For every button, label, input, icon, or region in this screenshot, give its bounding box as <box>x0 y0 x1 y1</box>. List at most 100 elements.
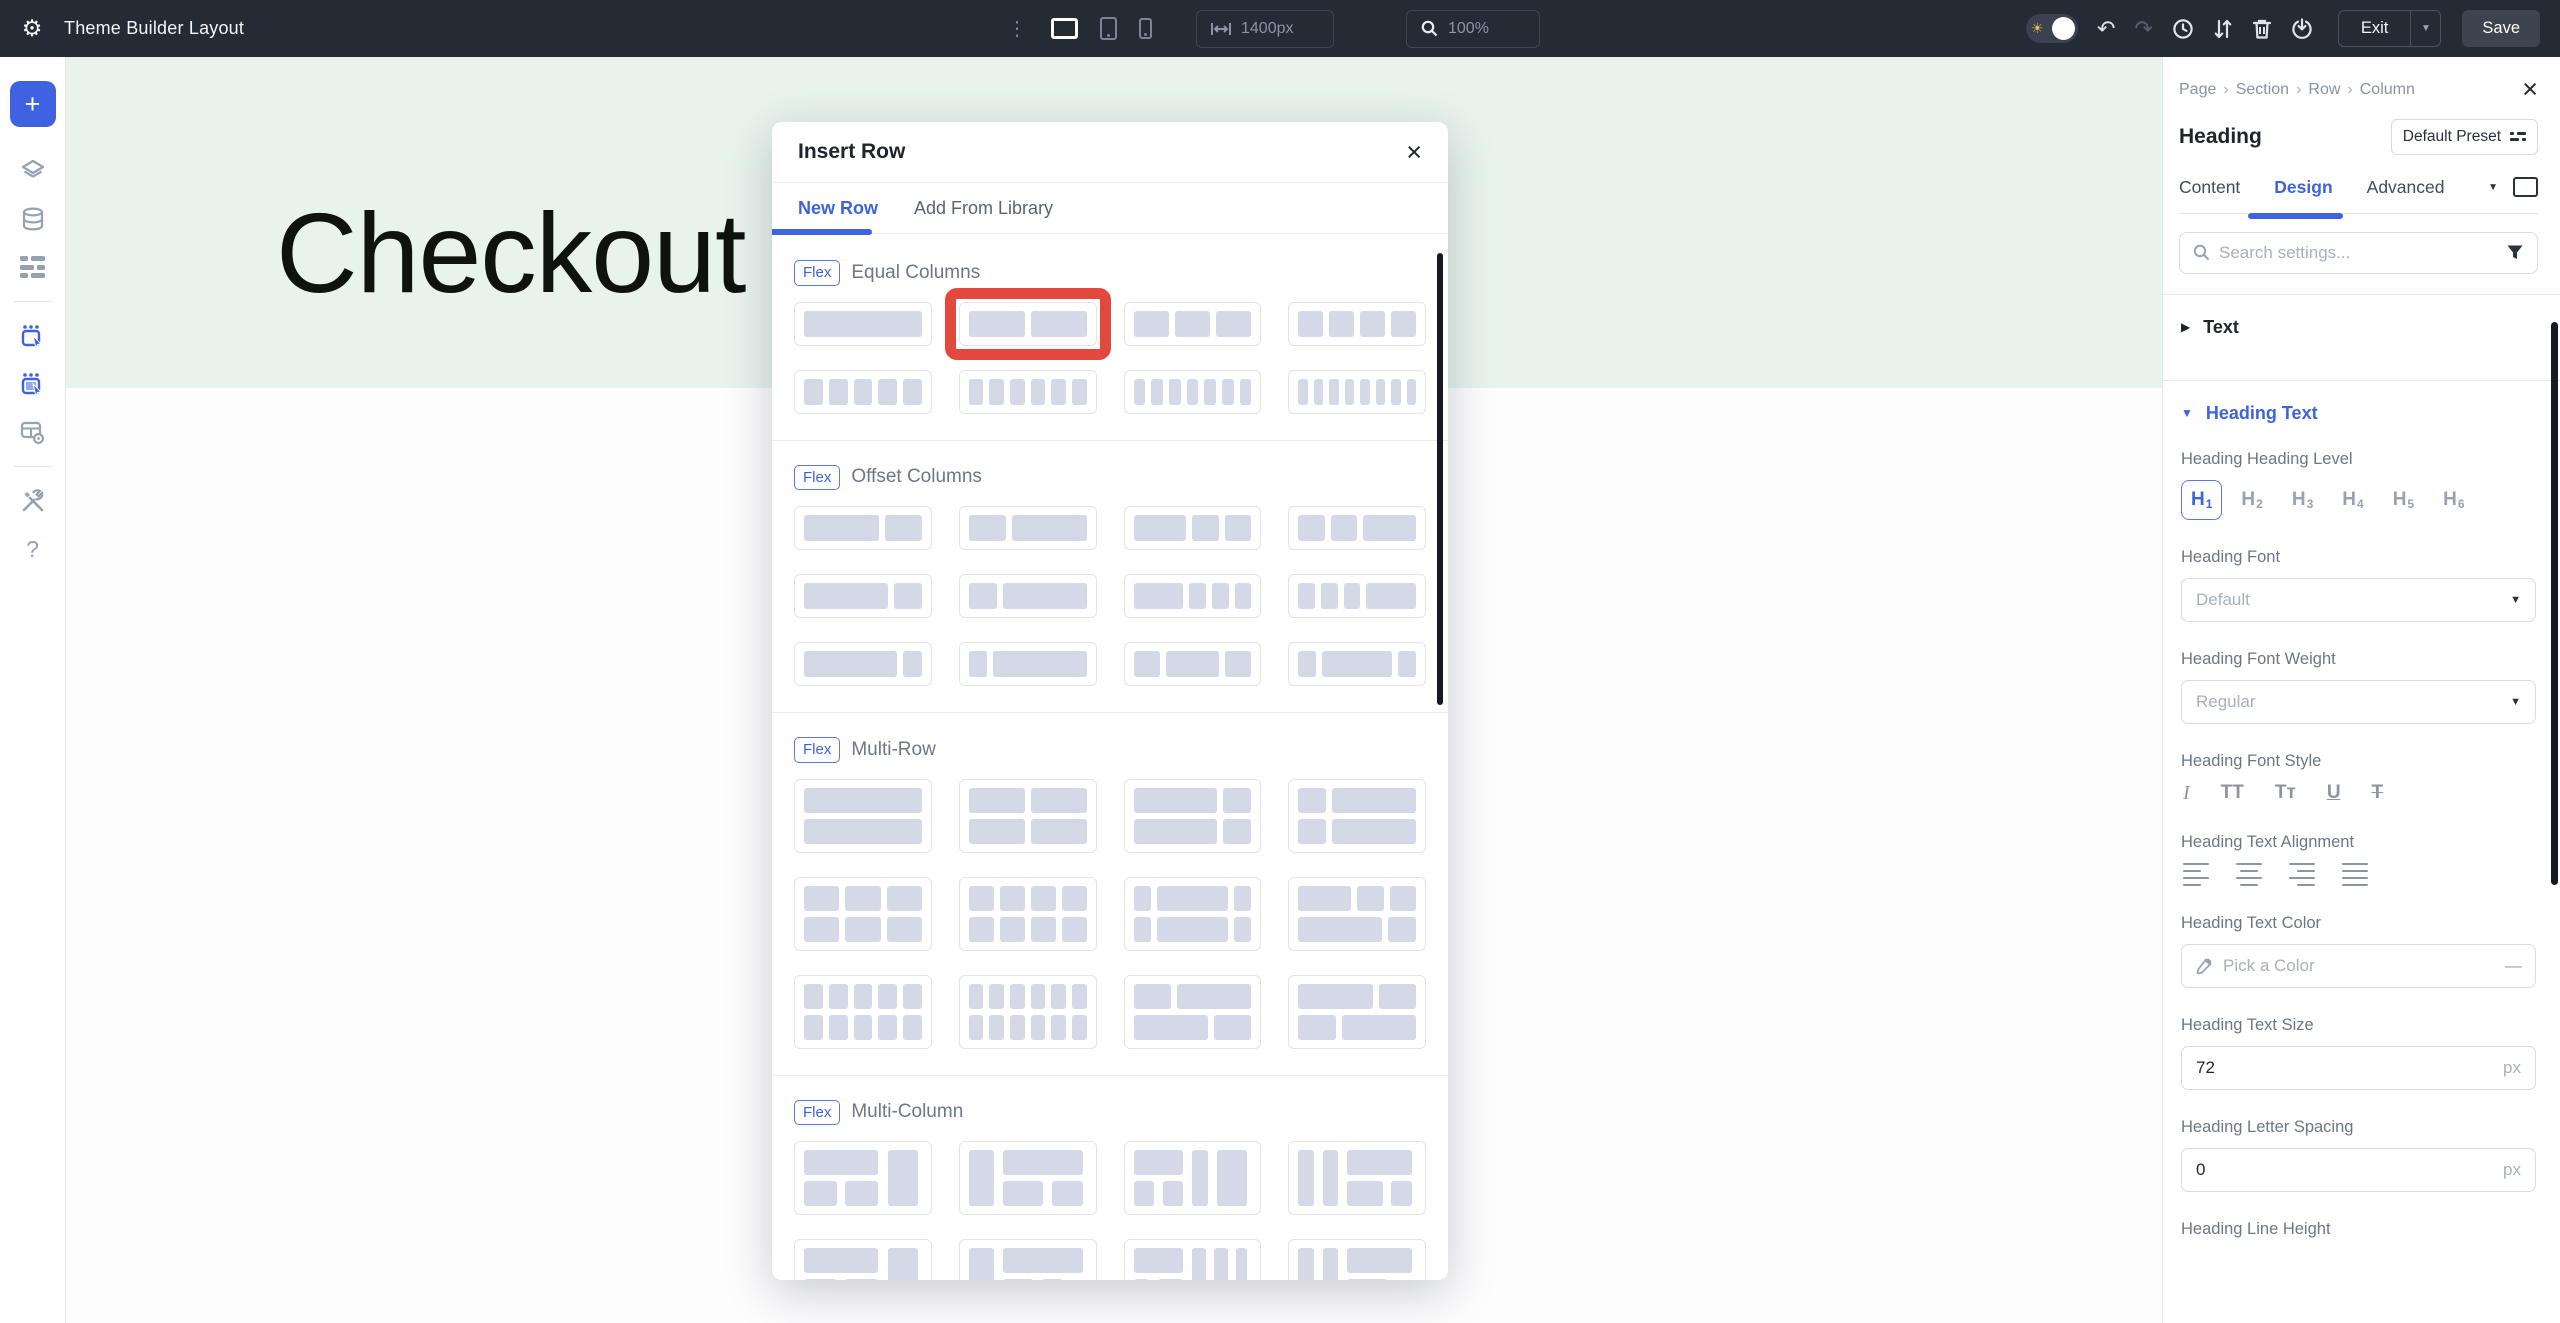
row-layout-thumbnail[interactable] <box>794 370 932 414</box>
row-layout-thumbnail[interactable] <box>959 574 1097 618</box>
insert-module-icon[interactable] <box>10 314 56 358</box>
group-heading-text[interactable]: ▼ Heading Text <box>2179 381 2538 446</box>
breadcrumb-item-column[interactable]: Column <box>2360 81 2415 99</box>
tab-advanced[interactable]: Advanced <box>2367 177 2445 198</box>
row-layout-thumbnail[interactable] <box>1124 975 1262 1049</box>
row-layout-thumbnail[interactable] <box>1124 370 1262 414</box>
trash-icon[interactable] <box>2252 18 2272 40</box>
zoom-control[interactable]: 100% <box>1406 10 1540 48</box>
row-layout-thumbnail[interactable] <box>1288 506 1426 550</box>
align-right-icon[interactable] <box>2289 863 2315 887</box>
phone-view-icon[interactable] <box>1139 18 1152 39</box>
row-layout-thumbnail[interactable] <box>1288 975 1426 1049</box>
heading-text-size-input[interactable]: 72 px <box>2181 1046 2536 1090</box>
breadcrumb-item-row[interactable]: Row <box>2308 81 2340 99</box>
modal-close-icon[interactable]: × <box>1406 139 1422 166</box>
search-settings-input[interactable]: Search settings... <box>2179 232 2538 274</box>
row-layout-thumbnail[interactable] <box>959 975 1097 1049</box>
row-layout-thumbnail[interactable] <box>794 1141 932 1215</box>
capitalize-icon[interactable]: Tᴛ <box>2275 782 2296 805</box>
list-rows-icon[interactable] <box>10 245 56 289</box>
row-layout-thumbnail[interactable] <box>959 370 1097 414</box>
row-layout-thumbnail[interactable] <box>1288 574 1426 618</box>
panel-scrollbar[interactable] <box>2551 322 2558 885</box>
add-module-button[interactable]: + <box>10 81 56 127</box>
row-layout-thumbnail[interactable] <box>1124 574 1262 618</box>
align-left-icon[interactable] <box>2183 863 2209 887</box>
default-preset-button[interactable]: Default Preset <box>2391 119 2538 155</box>
heading-level-h2-button[interactable]: H2 <box>2231 480 2272 520</box>
row-layout-thumbnail-selected[interactable] <box>959 302 1097 346</box>
align-center-icon[interactable] <box>2236 863 2262 887</box>
row-layout-thumbnail[interactable] <box>1124 1239 1262 1280</box>
help-icon[interactable]: ? <box>10 527 56 571</box>
dynamic-content-icon[interactable] <box>10 197 56 241</box>
row-layout-thumbnail[interactable] <box>794 779 932 853</box>
row-layout-thumbnail[interactable] <box>794 877 932 951</box>
tabs-dropdown-icon[interactable]: ▼ <box>2488 182 2498 193</box>
row-layout-thumbnail[interactable] <box>1124 877 1262 951</box>
heading-level-h6-button[interactable]: H6 <box>2433 480 2474 520</box>
row-layout-thumbnail[interactable] <box>1288 302 1426 346</box>
layers-icon[interactable] <box>10 149 56 193</box>
row-layout-thumbnail[interactable] <box>1288 642 1426 686</box>
more-options-icon[interactable]: ⋮ <box>1005 19 1029 39</box>
heading-font-weight-select[interactable]: Regular ▼ <box>2181 680 2536 724</box>
desktop-view-icon[interactable] <box>1051 18 1078 39</box>
heading-level-h1-button[interactable]: H1 <box>2181 480 2222 520</box>
heading-text-color-picker[interactable]: Pick a Color — <box>2181 944 2536 988</box>
panel-close-icon[interactable]: × <box>2522 79 2538 101</box>
underline-icon[interactable]: U <box>2327 782 2341 805</box>
heading-module[interactable]: Checkout <box>276 197 745 310</box>
row-layout-thumbnail[interactable] <box>1124 779 1262 853</box>
heading-font-select[interactable]: Default ▼ <box>2181 578 2536 622</box>
page-settings-icon[interactable] <box>10 410 56 454</box>
italic-icon[interactable]: I <box>2183 782 2190 805</box>
strikethrough-icon[interactable]: T <box>2372 782 2384 805</box>
insert-row-icon[interactable] <box>10 362 56 406</box>
tablet-view-icon[interactable] <box>1100 17 1117 40</box>
heading-level-h3-button[interactable]: H3 <box>2282 480 2323 520</box>
row-layout-thumbnail[interactable] <box>1124 302 1262 346</box>
exit-button[interactable]: Exit <box>2339 11 2411 46</box>
settings-gear-icon[interactable]: ⚙ <box>0 15 64 42</box>
row-layout-thumbnail[interactable] <box>794 574 932 618</box>
modal-tab-new-row[interactable]: New Row <box>798 198 878 219</box>
tab-content[interactable]: Content <box>2179 177 2240 198</box>
modal-scrollbar[interactable] <box>1437 253 1443 705</box>
heading-letter-spacing-input[interactable]: 0 px <box>2181 1148 2536 1192</box>
row-layout-thumbnail[interactable] <box>959 506 1097 550</box>
tab-design[interactable]: Design <box>2274 177 2332 198</box>
row-layout-thumbnail[interactable] <box>1124 506 1262 550</box>
row-layout-thumbnail[interactable] <box>794 975 932 1049</box>
history-clock-icon[interactable] <box>2172 18 2194 40</box>
canvas-width-control[interactable]: 1400px <box>1196 10 1334 48</box>
breadcrumb-item-page[interactable]: Page <box>2179 81 2216 99</box>
row-layout-thumbnail[interactable] <box>1288 1141 1426 1215</box>
group-text[interactable]: ▶ Text <box>2179 295 2538 360</box>
uppercase-icon[interactable]: TT <box>2221 782 2244 805</box>
light-mode-toggle[interactable]: ☀ <box>2026 14 2078 43</box>
row-layout-thumbnail[interactable] <box>794 302 932 346</box>
row-layout-thumbnail[interactable] <box>959 1239 1097 1280</box>
heading-level-h5-button[interactable]: H5 <box>2383 480 2424 520</box>
row-layout-thumbnail[interactable] <box>794 506 932 550</box>
row-layout-thumbnail[interactable] <box>959 877 1097 951</box>
undo-icon[interactable]: ↶ <box>2097 18 2115 40</box>
row-layout-thumbnail[interactable] <box>794 642 932 686</box>
filter-funnel-icon[interactable] <box>2506 244 2524 261</box>
redo-icon[interactable]: ↷ <box>2134 18 2152 40</box>
row-layout-thumbnail[interactable] <box>1124 1141 1262 1215</box>
row-layout-thumbnail[interactable] <box>959 642 1097 686</box>
exit-dropdown-icon[interactable]: ▼ <box>2410 11 2440 46</box>
row-layout-thumbnail[interactable] <box>1124 642 1262 686</box>
portability-icon[interactable] <box>2291 18 2313 40</box>
heading-level-h4-button[interactable]: H4 <box>2332 480 2373 520</box>
row-layout-thumbnail[interactable] <box>1288 779 1426 853</box>
row-layout-thumbnail[interactable] <box>959 779 1097 853</box>
row-layout-thumbnail[interactable] <box>1288 1239 1426 1280</box>
tools-icon[interactable] <box>10 479 56 523</box>
sort-arrows-icon[interactable] <box>2213 18 2233 40</box>
align-justify-icon[interactable] <box>2342 863 2368 887</box>
preview-frame-icon[interactable] <box>2513 177 2538 197</box>
